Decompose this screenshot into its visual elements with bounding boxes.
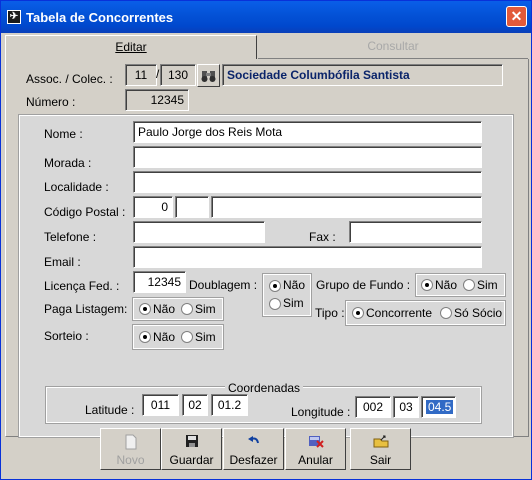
nome-label: Nome :: [44, 127, 83, 141]
codigo-postal-label: Código Postal :: [44, 205, 126, 219]
sair-label: Sair: [369, 453, 392, 467]
grupo-fundo-nao-radio[interactable]: [421, 279, 433, 291]
email-input[interactable]: [133, 246, 482, 268]
sorteio-nao-label: Não: [153, 330, 176, 344]
document-icon: [101, 434, 160, 450]
window: ✈ Tabela de Concorrentes ✕ Editar Consul…: [0, 0, 532, 480]
sorteio-sim-radio[interactable]: [181, 331, 193, 343]
tipo-concorrente-label: Concorrente: [366, 306, 433, 320]
sorteio-label: Sorteio :: [44, 329, 89, 343]
localidade-label: Localidade :: [44, 180, 109, 194]
codigo-postal-input-3[interactable]: [211, 196, 482, 218]
sorteio-sim-label: Sim: [195, 330, 216, 344]
longitude-sec-input[interactable]: 04.5: [421, 396, 456, 418]
email-label: Email :: [44, 255, 81, 269]
doublagem-sim-radio[interactable]: [269, 298, 281, 310]
anular-label: Anular: [298, 453, 333, 467]
grupo-fundo-sim-label: Sim: [477, 278, 498, 292]
guardar-button[interactable]: Guardar: [161, 428, 222, 470]
close-button[interactable]: ✕: [506, 6, 527, 27]
numero-label: Número :: [26, 95, 76, 109]
doublagem-sim-label: Sim: [283, 296, 304, 310]
assoc-separator: /: [156, 67, 160, 81]
latitude-sec-input[interactable]: 01.2: [211, 394, 248, 416]
tab-consultar-label: Consultar: [367, 39, 419, 53]
desfazer-label: Desfazer: [229, 453, 278, 467]
assoc-field[interactable]: 11: [125, 64, 157, 86]
lookup-button[interactable]: [197, 64, 220, 87]
coordenadas-legend: Coordenadas: [225, 381, 304, 395]
tipo-label: Tipo :: [315, 306, 345, 320]
novo-button[interactable]: Novo: [100, 428, 161, 470]
longitude-min-input[interactable]: 03: [393, 396, 419, 418]
doublagem-nao-radio[interactable]: [269, 280, 281, 292]
telefone-input[interactable]: [133, 221, 265, 243]
tab-consultar[interactable]: Consultar: [258, 35, 528, 59]
sorteio-nao-radio[interactable]: [139, 331, 151, 343]
assoc-label: Assoc. / Colec. :: [26, 72, 113, 86]
sair-button[interactable]: Sair: [350, 428, 411, 470]
doublagem-nao-label: Não: [283, 278, 306, 292]
licenca-input[interactable]: 12345: [133, 271, 186, 293]
app-icon: ✈: [7, 10, 21, 24]
anular-button[interactable]: Anular: [285, 428, 346, 470]
window-title: Tabela de Concorrentes: [26, 10, 174, 25]
paga-listagem-sim-radio[interactable]: [181, 303, 193, 315]
fax-input[interactable]: [349, 221, 482, 243]
colec-field[interactable]: 130: [160, 64, 196, 86]
localidade-input[interactable]: [133, 171, 482, 193]
grupo-fundo-sim-radio[interactable]: [463, 279, 475, 291]
desfazer-button[interactable]: Desfazer: [223, 428, 284, 470]
doublagem-label: Doublagem :: [189, 278, 258, 292]
codigo-postal-input-1[interactable]: 0: [133, 196, 173, 218]
tipo-concorrente-radio[interactable]: [352, 307, 364, 319]
latitude-label: Latitude :: [85, 403, 135, 417]
tipo-so-socio-label: Só Sócio: [454, 306, 503, 320]
title-bar: ✈ Tabela de Concorrentes ✕: [1, 1, 531, 33]
longitude-deg-input[interactable]: 002: [355, 396, 391, 418]
numero-field: 12345: [125, 89, 189, 111]
society-name-field: Sociedade Columbófila Santista: [222, 64, 503, 86]
morada-input[interactable]: [133, 146, 482, 168]
tab-editar[interactable]: Editar: [5, 35, 257, 59]
novo-label: Novo: [116, 453, 145, 467]
binoculars-icon: [201, 71, 216, 82]
licenca-label: Licença Fed. :: [44, 279, 120, 293]
delete-icon: [286, 434, 345, 450]
paga-listagem-sim-label: Sim: [195, 302, 216, 316]
latitude-min-input[interactable]: 02: [182, 394, 208, 416]
tab-editar-label: Editar: [115, 40, 147, 54]
undo-icon: [224, 434, 283, 450]
grupo-fundo-label: Grupo de Fundo :: [316, 278, 411, 292]
telefone-label: Telefone :: [44, 230, 97, 244]
fax-label: Fax :: [309, 230, 336, 244]
grupo-fundo-nao-label: Não: [435, 278, 458, 292]
morada-label: Morada :: [44, 156, 92, 170]
exit-icon: [351, 434, 410, 450]
tipo-so-socio-radio[interactable]: [440, 307, 452, 319]
codigo-postal-input-2[interactable]: [175, 196, 209, 218]
save-icon: [162, 434, 221, 450]
longitude-label: Longitude :: [291, 405, 351, 419]
longitude-sec-selection: 04.5: [426, 400, 454, 414]
nome-input[interactable]: Paulo Jorge dos Reis Mota: [133, 121, 482, 143]
paga-listagem-nao-radio[interactable]: [139, 303, 151, 315]
latitude-deg-input[interactable]: 011: [142, 394, 179, 416]
paga-listagem-label: Paga Listagem:: [44, 302, 128, 316]
paga-listagem-nao-label: Não: [153, 302, 176, 316]
guardar-label: Guardar: [169, 453, 214, 467]
